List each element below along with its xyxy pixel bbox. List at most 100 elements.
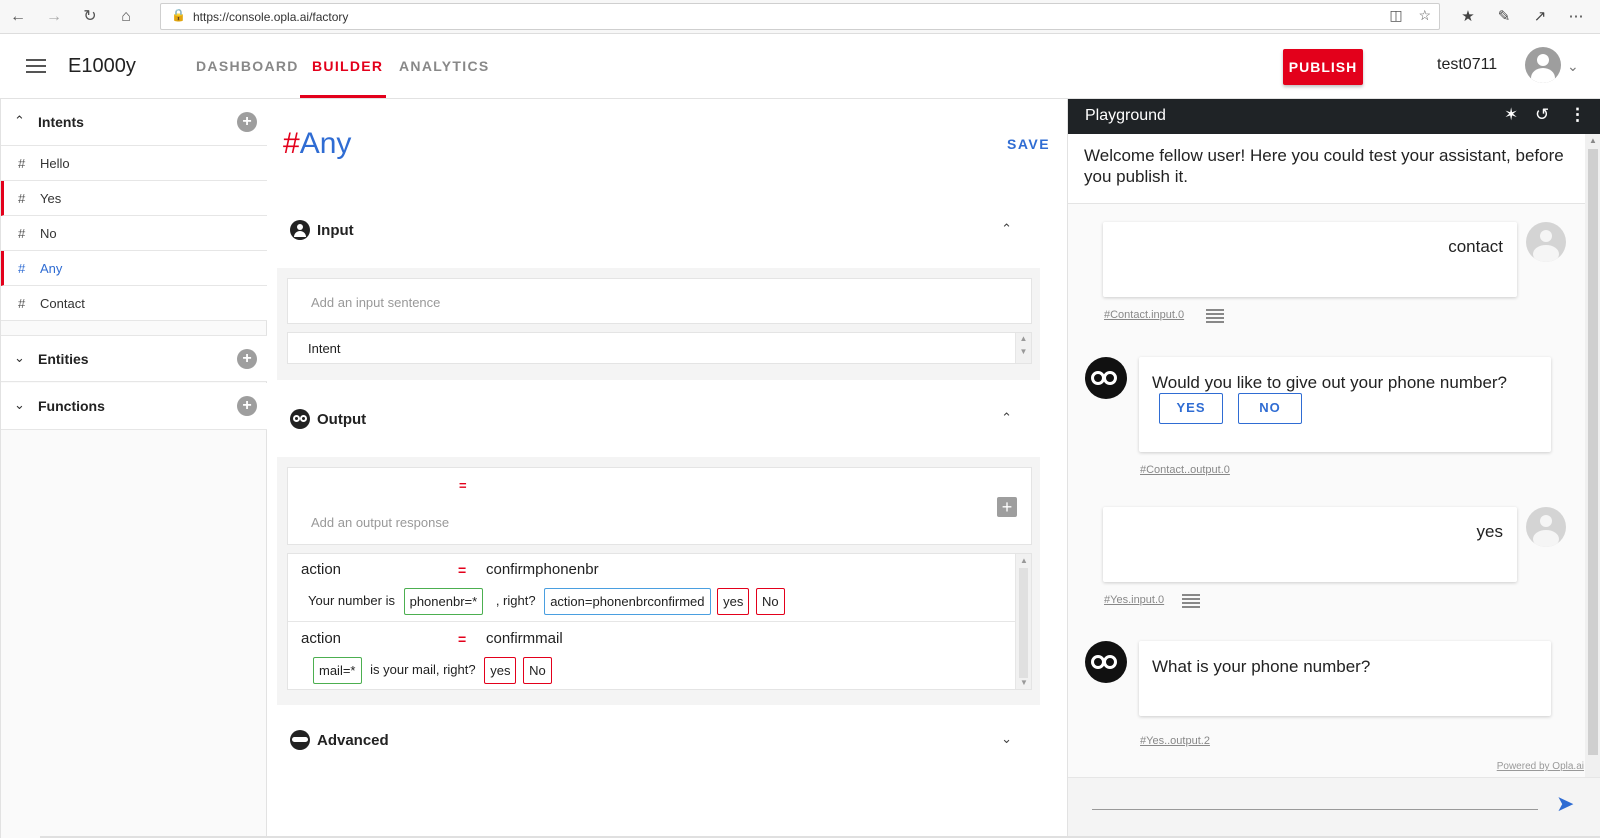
button-chip[interactable]: yes bbox=[717, 587, 750, 615]
functions-section-header[interactable]: ⌄ Functions + bbox=[1, 383, 267, 430]
sidebar-item-any[interactable]: # Any bbox=[1, 251, 267, 286]
variable-chip[interactable]: mail=* bbox=[313, 656, 362, 684]
more-horizontal-icon[interactable]: ⋯ bbox=[1558, 5, 1594, 29]
welcome-text: Welcome fellow user! Here you could test… bbox=[1084, 146, 1564, 186]
entities-section-header[interactable]: ⌄ Entities + bbox=[1, 335, 267, 382]
chevron-up-icon[interactable]: ⌃ bbox=[1001, 221, 1012, 237]
tab-analytics[interactable]: ANALYTICS bbox=[399, 58, 490, 74]
scroll-up-icon[interactable]: ▲ bbox=[1016, 333, 1031, 345]
input-sentence-field[interactable]: Add an input sentence bbox=[287, 278, 1032, 324]
advanced-panel-title: Advanced bbox=[317, 732, 389, 749]
output-response-field[interactable]: = Add an output response + bbox=[287, 467, 1032, 545]
response-row[interactable]: action = confirmphonenbr Your number is … bbox=[288, 554, 1016, 622]
entities-title: Entities bbox=[38, 351, 89, 367]
add-function-icon[interactable]: + bbox=[237, 396, 257, 416]
yes-button[interactable]: YES bbox=[1159, 393, 1223, 424]
tab-builder[interactable]: BUILDER bbox=[312, 58, 383, 74]
chevron-down-icon[interactable]: ⌄ bbox=[14, 350, 25, 366]
hash-icon: # bbox=[18, 296, 26, 311]
chevron-up-icon[interactable]: ⌃ bbox=[1001, 410, 1012, 426]
scroll-up-icon[interactable]: ▲ bbox=[1585, 136, 1600, 145]
scroll-up-icon[interactable]: ▲ bbox=[1016, 556, 1031, 565]
response-row[interactable]: action = confirmmail mail=* is your mail… bbox=[288, 623, 1016, 689]
advanced-panel-header[interactable]: Advanced ⌄ bbox=[277, 717, 1040, 763]
hash-icon: # bbox=[18, 191, 26, 206]
active-tab-indicator bbox=[300, 95, 386, 98]
favorite-star-icon[interactable]: ☆ bbox=[1418, 7, 1431, 23]
sidebar-item-no[interactable]: # No bbox=[1, 216, 267, 251]
scrollbar[interactable]: ▲ ▼ bbox=[1015, 554, 1031, 689]
hash-icon: # bbox=[18, 156, 26, 171]
hamburger-icon[interactable] bbox=[26, 59, 46, 77]
forward-icon[interactable]: → bbox=[42, 5, 66, 29]
send-icon[interactable]: ➤ bbox=[1556, 791, 1574, 817]
scroll-thumb[interactable] bbox=[1588, 149, 1598, 755]
message-text: Would you like to give out your phone nu… bbox=[1152, 373, 1508, 392]
message-composer[interactable]: ➤ bbox=[1068, 777, 1600, 838]
powered-by-link[interactable]: Powered by Opla.ai bbox=[1497, 761, 1584, 772]
chevron-down-icon[interactable]: ⌄ bbox=[1001, 731, 1012, 747]
more-vert-icon[interactable]: ⋮ bbox=[1569, 105, 1586, 125]
playground-panel: Playground ✶ ↺ ⋮ Welcome fellow user! He… bbox=[1067, 99, 1600, 838]
input-panel-header[interactable]: Input ⌃ bbox=[277, 207, 1040, 253]
message-trace-link[interactable]: #Contact.input.0 bbox=[1104, 309, 1184, 321]
chevron-up-icon[interactable]: ⌃ bbox=[14, 113, 25, 129]
message-trace-link[interactable]: #Yes..output.2 bbox=[1140, 735, 1210, 747]
address-bar[interactable]: 🔒 https://console.opla.ai/factory ◫ ☆ bbox=[160, 3, 1440, 30]
scrollbar[interactable]: ▲ ▼ bbox=[1585, 134, 1600, 809]
user-avatar-icon bbox=[1526, 222, 1566, 262]
playground-title: Playground bbox=[1085, 107, 1166, 124]
button-chip[interactable]: yes bbox=[484, 656, 517, 684]
welcome-message: Welcome fellow user! Here you could test… bbox=[1068, 134, 1585, 204]
home-icon[interactable]: ⌂ bbox=[114, 5, 138, 29]
share-icon[interactable]: ↗ bbox=[1522, 5, 1558, 29]
add-entity-icon[interactable]: + bbox=[237, 349, 257, 369]
add-intent-icon[interactable]: + bbox=[237, 112, 257, 132]
scroll-down-icon[interactable]: ▼ bbox=[1016, 345, 1031, 359]
reload-icon[interactable]: ↻ bbox=[78, 5, 102, 29]
details-icon[interactable] bbox=[1206, 309, 1224, 325]
user-message: contact bbox=[1103, 222, 1517, 297]
intent-list[interactable]: Intent ▲ ▼ bbox=[287, 332, 1032, 364]
details-icon[interactable] bbox=[1182, 594, 1200, 610]
no-button[interactable]: NO bbox=[1238, 393, 1302, 424]
publish-button[interactable]: PUBLISH bbox=[1283, 49, 1363, 85]
user-avatar-icon[interactable] bbox=[1525, 47, 1561, 83]
button-chip[interactable]: No bbox=[523, 656, 552, 684]
scroll-thumb[interactable] bbox=[1019, 568, 1028, 678]
bot-avatar-icon bbox=[1085, 357, 1127, 399]
favorites-icon[interactable]: ★ bbox=[1450, 5, 1486, 29]
chevron-down-icon[interactable]: ⌄ bbox=[1567, 58, 1579, 75]
sidebar-item-contact[interactable]: # Contact bbox=[1, 286, 267, 321]
title-hash: # bbox=[283, 127, 300, 160]
url-text: https://console.opla.ai/factory bbox=[193, 10, 349, 24]
message-trace-link[interactable]: #Yes.input.0 bbox=[1104, 594, 1164, 606]
message-input[interactable] bbox=[1092, 809, 1538, 810]
equals-sign: = bbox=[458, 631, 467, 647]
output-panel-header[interactable]: Output ⌃ bbox=[277, 396, 1040, 442]
playground-header: Playground ✶ ↺ ⋮ bbox=[1068, 99, 1600, 134]
scroll-down-icon[interactable]: ▼ bbox=[1016, 678, 1031, 687]
bot-avatar-icon bbox=[1085, 641, 1127, 683]
tab-dashboard[interactable]: DASHBOARD bbox=[196, 58, 299, 74]
bug-icon[interactable]: ✶ bbox=[1504, 105, 1518, 125]
output-placeholder: Add an output response bbox=[311, 515, 450, 530]
reading-view-icon[interactable]: ◫ bbox=[1389, 7, 1402, 23]
pen-icon[interactable]: ✎ bbox=[1486, 5, 1522, 29]
action-chip[interactable]: action=phonenbrconfirmed bbox=[544, 587, 711, 615]
button-chip[interactable]: No bbox=[755, 587, 785, 615]
sidebar-item-yes[interactable]: # Yes bbox=[1, 181, 267, 216]
message-trace-link[interactable]: #Contact..output.0 bbox=[1140, 464, 1230, 476]
refresh-icon[interactable]: ↺ bbox=[1535, 105, 1549, 125]
message-text: contact bbox=[1448, 237, 1503, 256]
intents-title: Intents bbox=[38, 114, 84, 130]
scrollbar[interactable]: ▲ ▼ bbox=[1015, 333, 1031, 363]
variable-chip[interactable]: phonenbr=* bbox=[403, 587, 484, 615]
save-button[interactable]: SAVE bbox=[1007, 136, 1050, 152]
back-icon[interactable]: ← bbox=[6, 5, 30, 29]
chevron-down-icon[interactable]: ⌄ bbox=[14, 397, 25, 413]
add-response-icon[interactable]: + bbox=[997, 497, 1017, 517]
sidebar-item-hello[interactable]: # Hello bbox=[1, 146, 267, 181]
intents-section-header[interactable]: ⌃ Intents + bbox=[1, 99, 267, 146]
bot-face-icon bbox=[290, 409, 310, 429]
